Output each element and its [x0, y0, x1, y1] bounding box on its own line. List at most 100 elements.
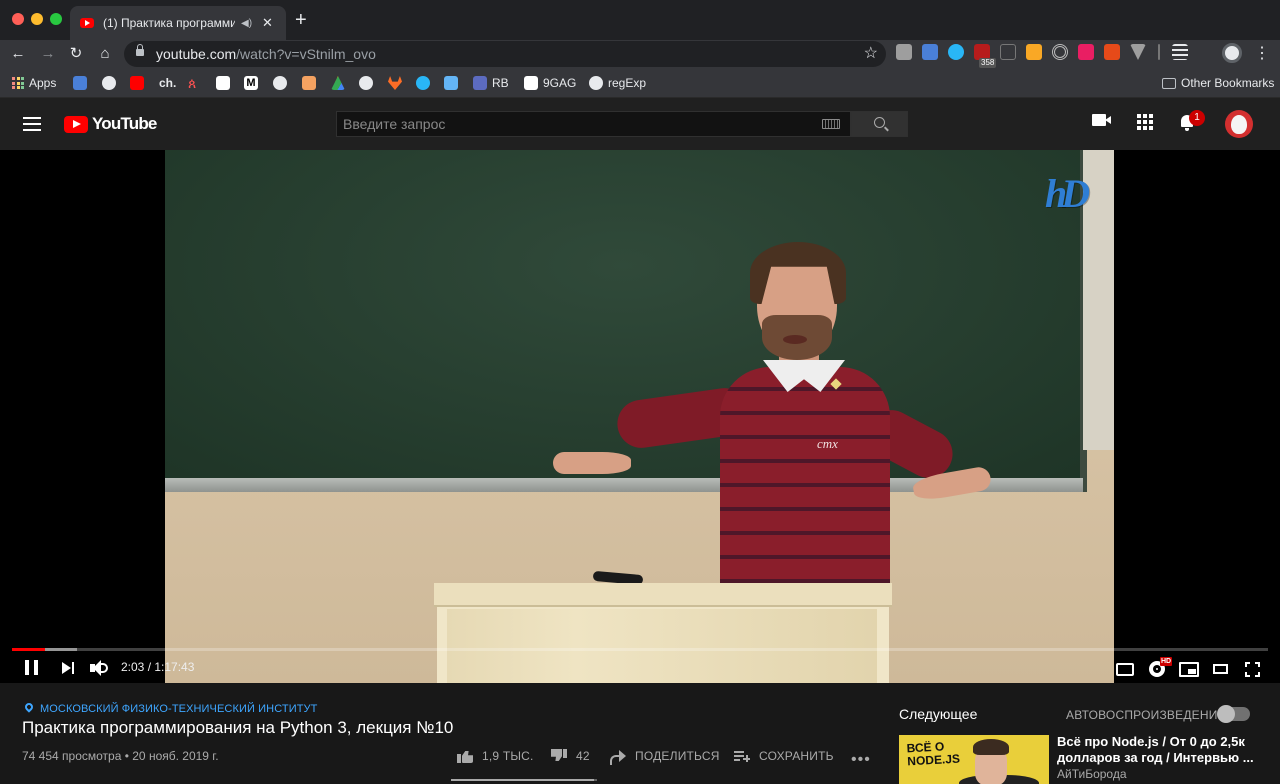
bookmark-docker[interactable] [444, 75, 458, 91]
browser-menu-icon[interactable]: ⋮ [1254, 43, 1270, 63]
progress-bar[interactable] [12, 648, 1268, 651]
media-queue-icon[interactable] [1172, 44, 1188, 60]
orange-square-icon [302, 76, 316, 90]
codepen-icon [216, 76, 230, 90]
bookmark-translate[interactable] [73, 75, 87, 91]
bookmark-regexp[interactable]: regExp [589, 75, 646, 91]
runner-icon: ጰ [188, 75, 197, 91]
recommendation-channel[interactable]: АйТиБорода [1057, 767, 1127, 781]
bookmark-gitlab[interactable] [388, 75, 402, 91]
bookmark-github[interactable] [359, 75, 373, 91]
fullscreen-icon[interactable] [1245, 662, 1260, 677]
browser-toolbar: ← → ↻ ⌂ youtube.com/watch?v=vStnilm_ovo … [0, 40, 1280, 68]
account-avatar[interactable] [1225, 110, 1253, 138]
next-video-icon[interactable] [62, 662, 75, 674]
miniplayer-icon[interactable] [1179, 662, 1199, 677]
location-pin-icon [23, 701, 35, 713]
view-count-date: 74 454 просмотра • 20 нояб. 2019 г. [22, 749, 219, 763]
toolbar-separator [1158, 44, 1160, 60]
extension-red-icon[interactable]: 358 [974, 44, 997, 68]
bookmark-drive[interactable] [331, 75, 345, 91]
dislike-button[interactable]: 42 [551, 749, 590, 763]
bookmark-drop[interactable] [416, 75, 430, 91]
extension-triangle-icon[interactable] [1130, 44, 1146, 60]
bookmark-codepen[interactable] [216, 75, 230, 91]
bookmark-9gag-label: 9GAG [543, 76, 577, 90]
extension-target-icon[interactable] [1052, 44, 1068, 60]
recommendation-title[interactable]: Всё про Node.js / От 0 до 2,5к долларов … [1057, 734, 1257, 766]
notification-count-badge: 1 [1189, 110, 1205, 126]
browser-profile-avatar[interactable] [1222, 43, 1242, 63]
tab-close-icon[interactable]: ✕ [262, 15, 273, 31]
sweater-logo: cmx [817, 436, 838, 451]
audio-playing-icon[interactable]: ◀︎) [241, 18, 252, 29]
back-arrow-icon[interactable]: ← [8, 44, 28, 64]
bookmark-globe[interactable] [102, 75, 116, 91]
share-button[interactable]: ПОДЕЛИТЬСЯ [610, 749, 720, 765]
bookmark-apps[interactable]: Apps [12, 75, 56, 91]
extension-blue-circle-icon[interactable] [948, 44, 964, 60]
more-actions-icon[interactable]: ••• [851, 751, 871, 769]
time-display: 2:03 / 1:17:43 [121, 660, 195, 674]
extension-translate-icon[interactable] [922, 44, 938, 60]
video-player[interactable]: cmx hD 2:03 / 1:17:43 HD [0, 150, 1280, 683]
extension-mail-icon[interactable] [896, 44, 912, 60]
theater-mode-icon[interactable] [1213, 664, 1228, 674]
home-icon[interactable]: ⌂ [95, 44, 115, 64]
like-button[interactable]: 1,9 ТЫС. [457, 749, 534, 763]
bookmark-star-icon[interactable]: ☆ [864, 41, 878, 67]
search-button[interactable] [851, 111, 908, 137]
minimize-window-button[interactable] [31, 13, 43, 25]
reload-icon[interactable]: ↻ [66, 44, 86, 64]
channel-watermark-logo: hD [1045, 171, 1090, 216]
extensions-row: 358 [896, 44, 1188, 68]
bookmark-youtube[interactable] [130, 75, 144, 91]
extension-crosshair-icon[interactable] [1000, 44, 1016, 60]
new-tab-button[interactable]: + [295, 10, 307, 30]
volume-icon[interactable] [90, 660, 110, 676]
save-label: СОХРАНИТЬ [759, 749, 834, 763]
maximize-window-button[interactable] [50, 13, 62, 25]
autoplay-toggle[interactable] [1217, 705, 1250, 723]
browser-tab-active[interactable]: (1) Практика программиро ◀︎) ✕ [70, 6, 286, 40]
extension-pink-icon[interactable] [1078, 44, 1094, 60]
progress-played [12, 648, 45, 651]
url-path: /watch?v=vStnilm_ovo [236, 46, 376, 62]
youtube-logo[interactable]: YouTube [64, 114, 157, 134]
extension-orange-icon[interactable] [1104, 44, 1120, 60]
hamburger-menu-icon[interactable] [23, 117, 41, 131]
google-drive-icon [331, 76, 345, 90]
extension-download-icon[interactable] [1026, 44, 1042, 60]
create-video-icon[interactable] [1092, 114, 1111, 126]
youtube-logo-icon [64, 115, 88, 133]
dislike-count: 42 [576, 749, 590, 763]
forward-arrow-icon[interactable]: → [38, 44, 58, 64]
browser-tabstrip: (1) Практика программиро ◀︎) ✕ + [0, 0, 1280, 40]
apps-grid-icon[interactable] [1137, 114, 1153, 130]
location-link[interactable]: МОСКОВСКИЙ ФИЗИКО-ТЕХНИЧЕСКИЙ ИНСТИТУТ [40, 703, 317, 715]
bookmark-medium[interactable]: M [244, 75, 258, 91]
thumbs-up-icon [457, 749, 473, 763]
bookmark-ch[interactable]: ch. [159, 75, 176, 91]
bookmark-other[interactable]: Other Bookmarks [1162, 75, 1274, 91]
github-icon [589, 76, 603, 90]
search-input[interactable]: Введите запрос [336, 111, 851, 137]
keyboard-icon[interactable] [822, 119, 840, 129]
pause-icon[interactable] [25, 660, 39, 675]
bookmark-9gag[interactable]: 9GAG [524, 75, 576, 91]
bookmark-regexp-label: regExp [608, 76, 647, 90]
bookmark-rb[interactable]: RB [473, 75, 509, 91]
bookmark-stackblitz[interactable] [302, 75, 316, 91]
globe-icon [102, 76, 116, 90]
recommendation-thumbnail[interactable]: ВСЁ О NODE.JS [899, 735, 1049, 784]
share-label: ПОДЕЛИТЬСЯ [635, 749, 720, 763]
bookmark-runner[interactable]: ጰ [188, 75, 202, 91]
address-bar[interactable]: youtube.com/watch?v=vStnilm_ovo ☆ [124, 41, 886, 67]
tab-title: (1) Практика программиро [103, 16, 235, 30]
save-button[interactable]: СОХРАНИТЬ [734, 749, 834, 763]
subtitles-icon[interactable] [1116, 663, 1134, 676]
thumbnail-caption: ВСЁ О NODE.JS [906, 739, 960, 768]
bookmark-globe-2[interactable] [273, 75, 287, 91]
thumbs-down-icon [551, 749, 567, 763]
close-window-button[interactable] [12, 13, 24, 25]
